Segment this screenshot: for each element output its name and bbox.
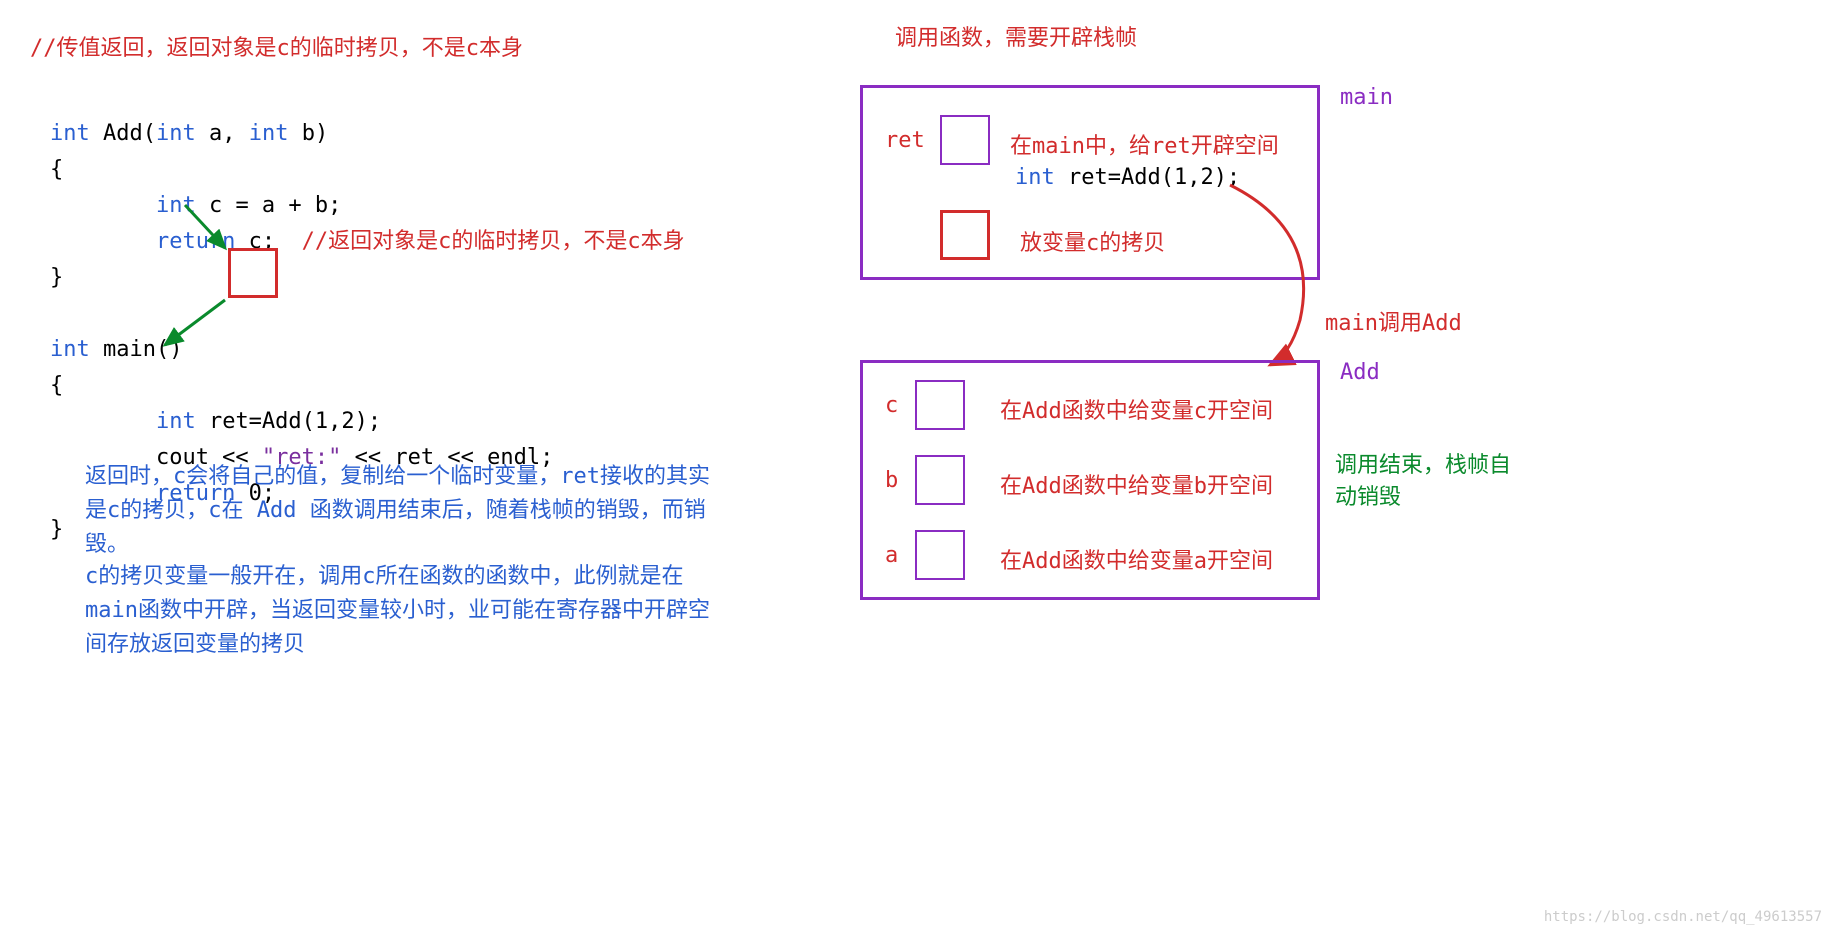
- note-paragraph-1: 返回时，c会将自己的值，复制给一个临时变量，ret接收的其实是c的拷贝，c在 A…: [85, 460, 725, 562]
- c-box: [915, 380, 965, 430]
- code-text: }: [50, 517, 63, 542]
- c-label: c: [885, 393, 898, 418]
- add-label: Add: [1340, 360, 1380, 385]
- note-paragraph-2: c的拷贝变量一般开在，调用c所在函数的函数中，此例就是在main函数中开辟，当返…: [85, 560, 725, 662]
- arrow-main-to-add: [0, 0, 1400, 400]
- code-text: ret=Add(1,2);: [196, 409, 381, 434]
- b-label: b: [885, 468, 898, 493]
- green-note: 调用结束，栈帧自动销毁: [1335, 450, 1515, 514]
- a-box: [915, 530, 965, 580]
- b-note: 在Add函数中给变量b开空间: [1000, 468, 1273, 500]
- a-label: a: [885, 543, 898, 568]
- kw: int: [50, 409, 196, 434]
- watermark: https://blog.csdn.net/qq_49613557: [1544, 909, 1822, 925]
- b-box: [915, 455, 965, 505]
- a-note: 在Add函数中给变量a开空间: [1000, 543, 1273, 575]
- c-note: 在Add函数中给变量c开空间: [1000, 393, 1273, 425]
- arrow-main-add-label: main调用Add: [1325, 305, 1462, 337]
